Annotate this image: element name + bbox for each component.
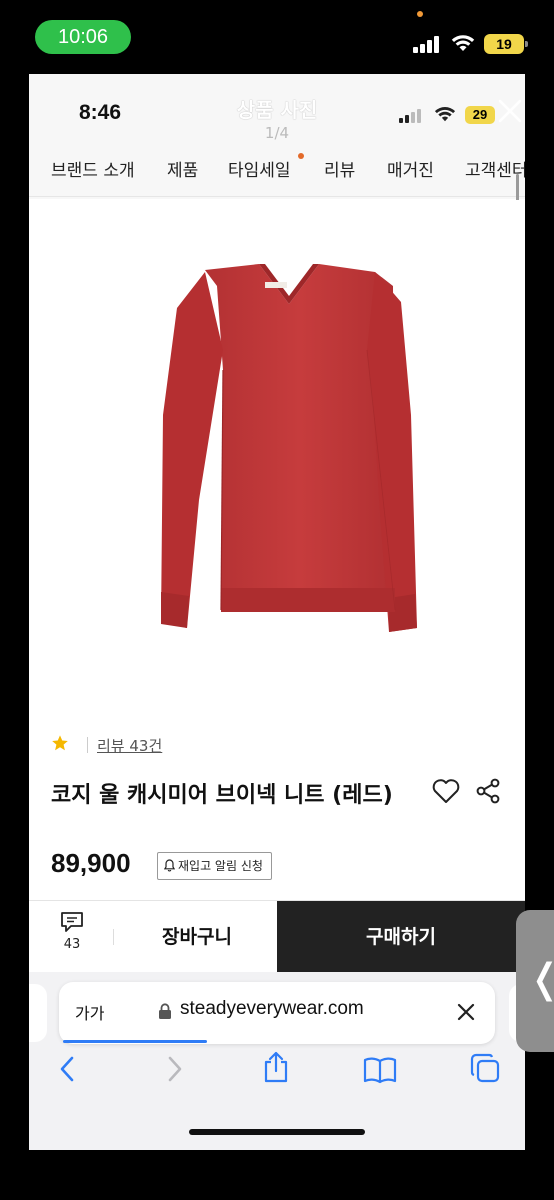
- comment-icon: [61, 912, 83, 932]
- action-divider: [113, 929, 114, 945]
- inner-signal-icon: [399, 108, 425, 123]
- product-name: 코지 울 캐시미어 브이넥 니트 (레드): [51, 783, 393, 808]
- privacy-indicator-dot: [417, 11, 423, 17]
- share-icon[interactable]: [475, 778, 501, 804]
- side-panel-handle[interactable]: ❬: [516, 910, 554, 1052]
- product-page-screenshot: 8:46 상품 사진 1/4 29 브랜드 소개 제품 타임세일 리뷰 매거진 …: [29, 74, 525, 1150]
- lock-icon: [159, 1003, 171, 1019]
- add-to-cart-button[interactable]: 장바구니: [117, 901, 277, 973]
- product-price: 89,900: [51, 848, 131, 878]
- nav-products[interactable]: 제품: [167, 156, 198, 181]
- comment-button[interactable]: 43: [47, 911, 97, 952]
- nav-reviews[interactable]: 리뷰: [324, 156, 355, 181]
- wifi-icon: [451, 35, 475, 51]
- nav-brand-intro[interactable]: 브랜드 소개: [51, 156, 135, 181]
- inner-battery-level: 29: [472, 107, 488, 122]
- chevron-left-icon: ❬: [528, 956, 554, 1002]
- bell-icon: [163, 859, 176, 872]
- battery-icon: 19: [484, 34, 528, 54]
- nav-magazine[interactable]: 매거진: [387, 156, 434, 181]
- cellular-signal-icon: [413, 36, 441, 53]
- rating-divider: [87, 737, 88, 753]
- buy-now-button[interactable]: 구매하기: [277, 901, 525, 973]
- forward-icon[interactable]: [163, 1054, 185, 1084]
- battery-level: 19: [496, 36, 512, 52]
- bookmarks-icon[interactable]: [363, 1056, 397, 1084]
- close-viewer-button[interactable]: [495, 96, 525, 126]
- review-count-link[interactable]: 리뷰 43건: [97, 735, 162, 756]
- url-text[interactable]: steadyeverywear.com: [180, 998, 364, 1020]
- purchase-action-bar: 43 장바구니 구매하기: [29, 900, 525, 973]
- loading-progress-bar: [63, 1040, 207, 1043]
- new-badge-dot: [298, 153, 304, 159]
- star-icon: [52, 735, 68, 751]
- stop-loading-icon[interactable]: [456, 1002, 476, 1022]
- previous-tab-preview[interactable]: [29, 984, 47, 1042]
- photo-counter: 1/4: [264, 124, 290, 142]
- back-icon[interactable]: [57, 1054, 79, 1084]
- site-nav: 브랜드 소개 제품 타임세일 리뷰 매거진 고객센터: [29, 152, 525, 196]
- inner-wifi-icon: [434, 107, 456, 122]
- comment-count: 43: [63, 937, 81, 952]
- page-settings-button[interactable]: 가가: [75, 1000, 104, 1024]
- inner-battery-icon: 29: [465, 106, 495, 124]
- restock-alert-button[interactable]: 재입고 알림 신청: [157, 852, 272, 880]
- tabs-icon[interactable]: [469, 1052, 501, 1084]
- wishlist-heart-icon[interactable]: [431, 778, 461, 804]
- share-sheet-icon[interactable]: [261, 1050, 291, 1084]
- sweater-illustration: [161, 264, 417, 632]
- browser-toolbar: 가가 steadyeverywear.com: [29, 972, 525, 1150]
- nav-divider: [29, 196, 525, 197]
- address-bar[interactable]: 가가 steadyeverywear.com: [59, 982, 495, 1044]
- outer-status-bar: 10:06 19: [0, 0, 554, 74]
- restock-alert-label: 재입고 알림 신청: [178, 859, 263, 873]
- home-indicator[interactable]: [189, 1129, 365, 1135]
- product-image[interactable]: [29, 200, 525, 790]
- nav-time-sale[interactable]: 타임세일: [228, 156, 291, 181]
- photo-viewer-header: 8:46 상품 사진 1/4 29 브랜드 소개 제품 타임세일 리뷰 매거진 …: [29, 74, 525, 199]
- outer-time-pill[interactable]: 10:06: [35, 20, 131, 54]
